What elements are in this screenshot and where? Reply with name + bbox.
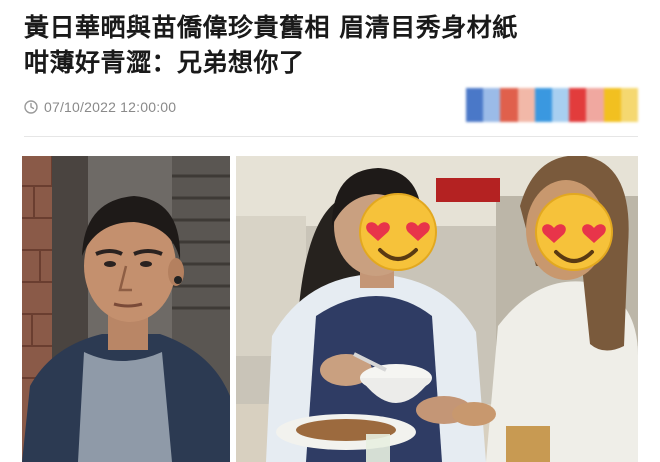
clock-icon [24,100,38,114]
share-button-9[interactable] [603,88,621,122]
left-photo [22,156,230,462]
article-headline: 黃日華晒與苗僑偉珍貴舊相 眉清目秀身材紙 咁薄好青澀：兄弟想你了 [24,10,644,80]
right-photo-illustration [236,156,638,462]
share-button-6[interactable] [552,88,570,122]
headline-line-2: 咁薄好青澀：兄弟想你了 [24,48,305,77]
share-button-3[interactable] [500,88,518,122]
publish-date: 07/10/2022 12:00:00 [44,99,177,115]
right-photo [236,156,638,462]
heart-eyes-emoji-left [359,193,437,271]
left-photo-illustration [22,156,230,462]
header-divider [24,136,638,137]
share-button-10[interactable] [620,88,639,122]
share-button-7[interactable] [569,88,587,122]
share-button-5[interactable] [534,88,553,122]
heart-eyes-emoji-right [535,193,613,271]
share-buttons[interactable] [466,88,639,122]
share-button-8[interactable] [586,88,604,122]
share-button-2[interactable] [483,88,501,122]
headline-line-1: 黃日華晒與苗僑偉珍貴舊相 眉清目秀身材紙 [24,13,518,42]
article-meta: 07/10/2022 12:00:00 [24,96,176,118]
share-button-4[interactable] [517,88,535,122]
share-button-1[interactable] [466,88,484,122]
